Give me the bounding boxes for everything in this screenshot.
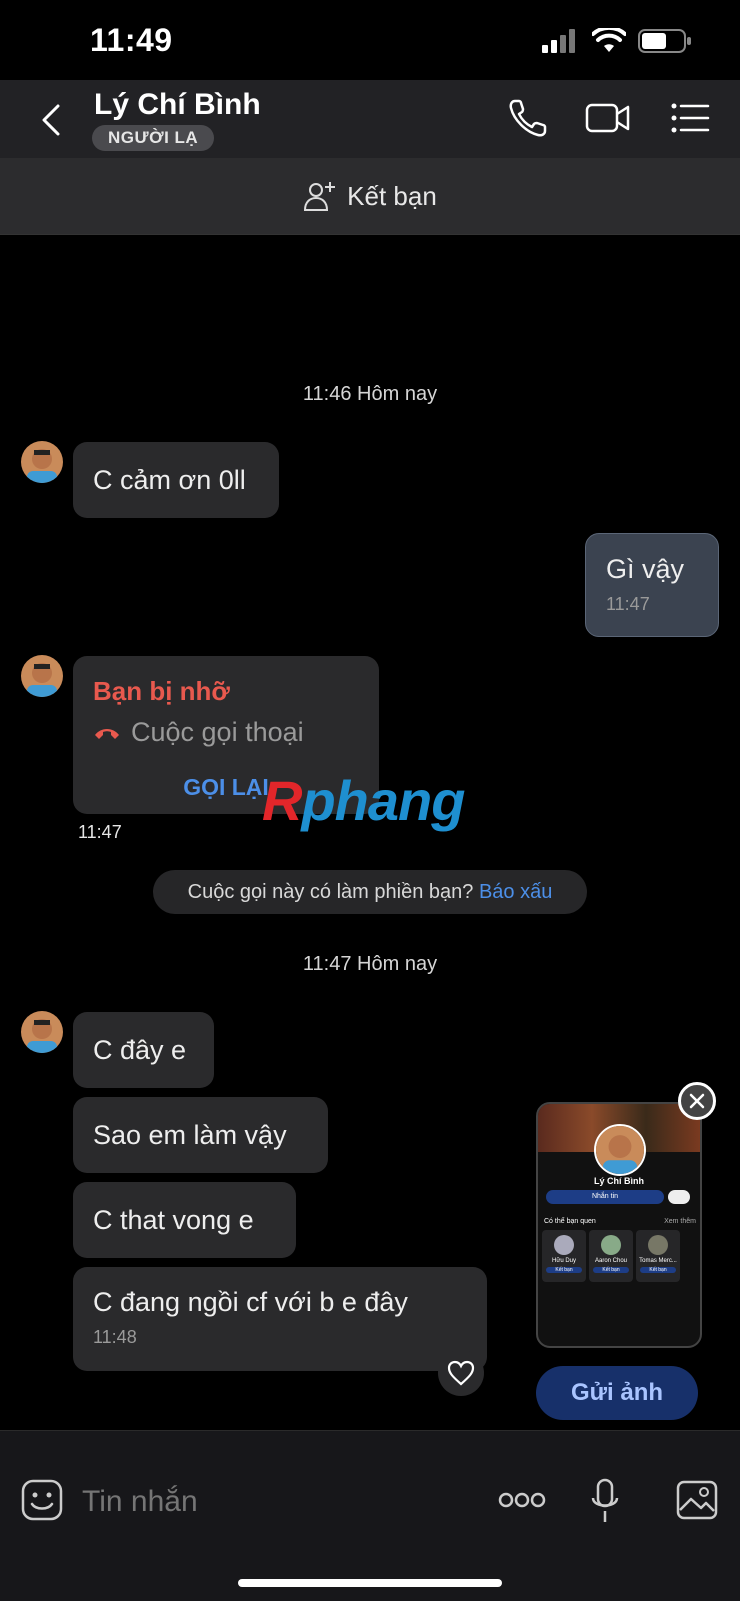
microphone-icon[interactable] <box>590 1478 620 1524</box>
message-text: C đang ngồi cf với b e đây <box>93 1287 408 1317</box>
message-time: 11:47 <box>606 594 650 614</box>
add-friend-bar[interactable]: Kết bạn <box>0 158 740 235</box>
signal-icon <box>542 29 575 53</box>
time-header: 11:46 Hôm nay <box>302 383 438 405</box>
report-question: Cuộc gọi này có làm phiền bạn? <box>187 881 474 903</box>
thumb-person-card: Hữu Duy Kết bạn <box>542 1230 586 1282</box>
add-friend-label: Kết bạn <box>347 180 437 211</box>
back-arrow-icon[interactable] <box>32 100 72 140</box>
thumb-name: Lý Chí Bình <box>594 1176 644 1186</box>
wifi-icon <box>592 28 626 52</box>
close-preview-button[interactable] <box>678 1082 716 1120</box>
thumb-person-card: Aaron Chou Kết bạn <box>589 1230 633 1282</box>
message-bubble[interactable]: C đây e <box>73 1012 214 1088</box>
phone-call-icon[interactable] <box>506 96 550 140</box>
thumb-section-label: Có thể bạn quen <box>544 1218 596 1225</box>
avatar[interactable] <box>21 1011 63 1053</box>
video-call-icon[interactable] <box>584 96 632 140</box>
report-link[interactable]: Báo xấu <box>479 881 552 903</box>
avatar[interactable] <box>21 655 63 697</box>
sticker-emoji-icon[interactable] <box>21 1479 63 1521</box>
outgoing-message-text: Gì vậy <box>606 554 685 584</box>
image-gallery-icon[interactable] <box>676 1480 718 1520</box>
contact-name[interactable]: Lý Chí Bình <box>94 88 261 122</box>
avatar[interactable] <box>21 441 63 483</box>
message-bubble[interactable]: C đang ngồi cf với b e đây 11:48 <box>73 1267 487 1371</box>
message-bubble[interactable]: C cảm ơn 0ll <box>73 442 279 518</box>
status-icons <box>540 28 692 54</box>
status-time: 11:49 <box>90 22 173 58</box>
message-bubble[interactable]: C that vong e <box>73 1182 296 1258</box>
message-bubble[interactable]: Sao em làm vậy <box>73 1097 328 1173</box>
add-user-icon <box>304 182 336 211</box>
thumb-person-card: Tomas Merc... Kết bạn <box>636 1230 680 1282</box>
stranger-badge: NGƯỜI LẠ <box>92 125 215 151</box>
watermark-logo: Rphang <box>262 769 465 832</box>
message-input[interactable] <box>80 1478 464 1526</box>
missed-call-title: Bạn bị nhỡ <box>93 676 230 706</box>
thumb-see-more: Xem thêm <box>664 1218 696 1225</box>
thumb-message-button: Nhắn tin <box>546 1190 664 1204</box>
react-heart-button[interactable] <box>438 1350 484 1396</box>
close-icon <box>689 1093 705 1109</box>
more-options-icon[interactable] <box>498 1488 546 1512</box>
report-prompt: Cuộc gọi này có làm phiền bạn? Báo xấu <box>153 870 587 914</box>
message-time: 11:48 <box>93 1327 137 1347</box>
send-photo-button[interactable]: Gửi ảnh <box>536 1366 698 1420</box>
missed-call-icon <box>95 728 119 739</box>
battery-icon <box>638 29 691 53</box>
menu-list-icon[interactable] <box>668 96 712 140</box>
outgoing-message-bubble[interactable]: Gì vậy 11:47 <box>585 533 719 637</box>
thumb-add-button <box>668 1190 690 1204</box>
message-time: 11:47 <box>78 822 122 842</box>
thumb-avatar <box>594 1124 646 1176</box>
time-header: 11:47 Hôm nay <box>302 953 438 975</box>
photo-preview-thumbnail[interactable]: Lý Chí Bình Nhắn tin Có thể bạn quen Xem… <box>536 1102 702 1348</box>
home-indicator <box>238 1579 502 1587</box>
heart-icon <box>447 1360 475 1386</box>
missed-call-type: Cuộc gọi thoại <box>131 717 304 747</box>
